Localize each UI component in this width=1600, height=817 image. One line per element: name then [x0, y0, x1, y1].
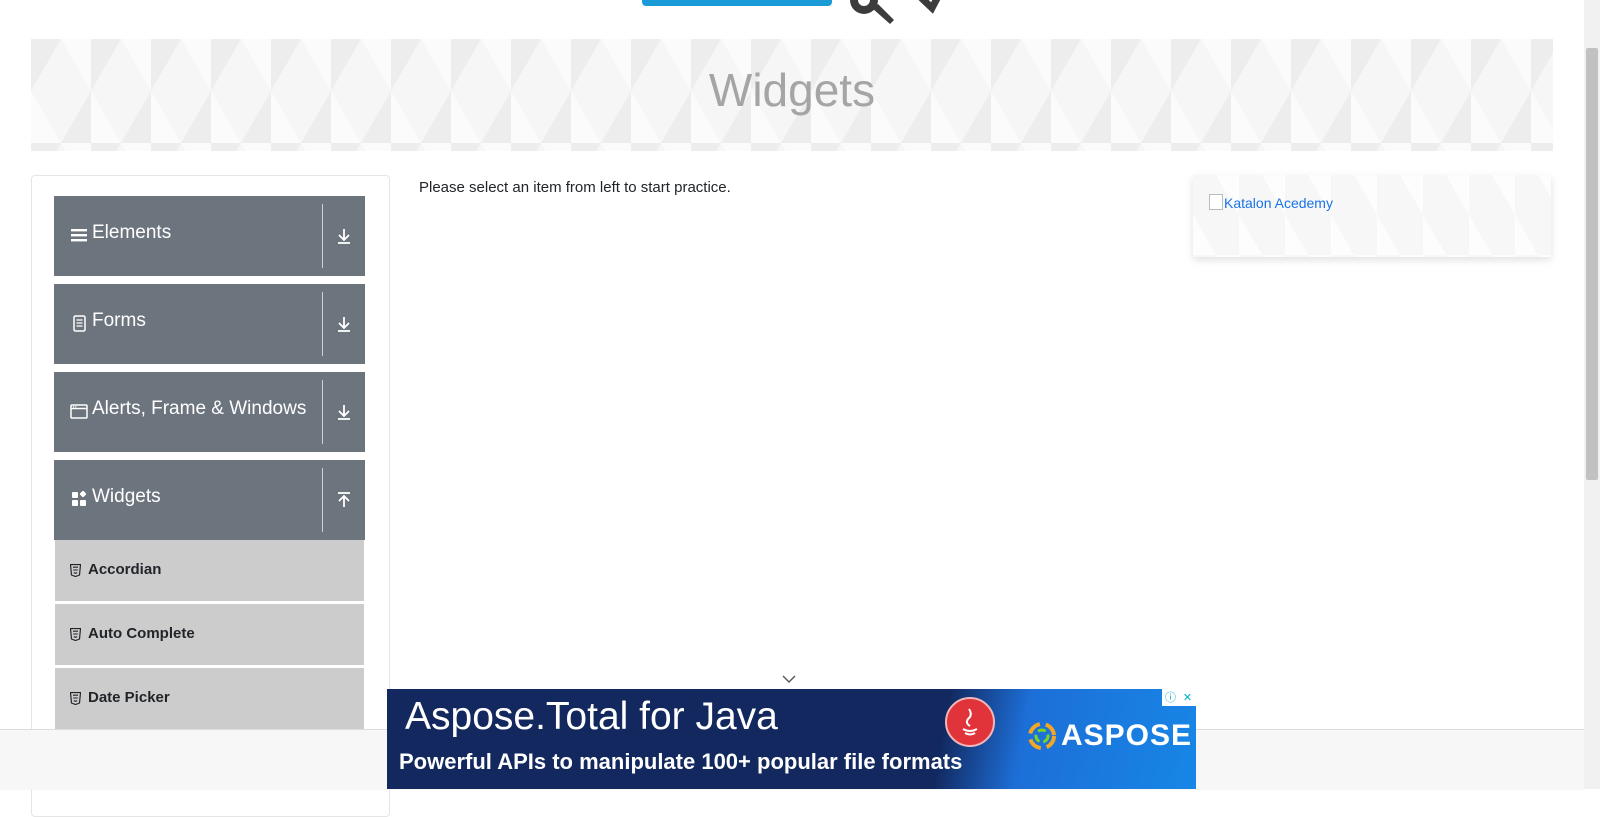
ad-controls: ⓘ ✕ [1162, 689, 1196, 706]
sidebar-group-alerts-frame-windows[interactable]: Alerts, Frame & Windows [54, 372, 365, 452]
broken-image-icon [1209, 194, 1223, 210]
chevron-down-icon[interactable] [782, 674, 796, 684]
katalon-ad-panel: Katalon Acedemy [1193, 175, 1551, 257]
document-icon [73, 315, 86, 332]
java-logo-icon [945, 697, 995, 747]
practice-instruction: Please select an item from left to start… [419, 179, 731, 196]
html5-icon [70, 628, 81, 641]
divider [322, 380, 323, 444]
ad-close-icon[interactable]: ✕ [1179, 689, 1196, 706]
sidebar-group-label: Elements [92, 222, 172, 243]
menu-item-label: Accordian [88, 561, 162, 578]
sidebar-group-widgets[interactable]: Widgets [54, 460, 365, 540]
menu-item-label: Auto Complete [88, 625, 195, 642]
ad-brand: ASPOSE [1061, 719, 1193, 752]
sidebar-group-label: Widgets [92, 486, 161, 507]
menu-item-label: Date Picker [88, 689, 170, 706]
sidebar-group-label: Forms [92, 310, 146, 331]
sidebar-group-label: Alerts, Frame & Windows [92, 398, 307, 419]
download-arrow-icon [338, 229, 350, 244]
download-arrow-icon [338, 405, 350, 420]
divider [322, 204, 323, 268]
download-arrow-icon [338, 317, 350, 332]
logo-tools-graphic [642, 0, 832, 6]
menu-item-auto-complete[interactable]: Auto Complete [55, 604, 364, 667]
aspose-logo-icon [1028, 722, 1056, 750]
window-icon [70, 404, 88, 419]
ad-title: Aspose.Total for Java [405, 695, 778, 738]
html5-icon [70, 692, 81, 705]
logo-gear-icon [850, 0, 941, 24]
sidebar-group-forms[interactable]: Forms [54, 284, 365, 364]
page-scrollbar[interactable] [1584, 0, 1600, 789]
upload-arrow-icon [338, 492, 350, 507]
menu-item-date-picker[interactable]: Date Picker [55, 668, 364, 731]
site-logo[interactable] [630, 0, 960, 30]
divider [322, 468, 323, 532]
aspose-ad-banner[interactable]: Aspose.Total for Java Powerful APIs to m… [387, 689, 1196, 789]
widgets-icon [72, 490, 87, 506]
page-title: Widgets [708, 64, 876, 116]
hamburger-icon [71, 229, 87, 242]
divider [322, 292, 323, 356]
menu-item-accordian[interactable]: Accordian [55, 540, 364, 603]
sidebar-group-elements[interactable]: Elements [54, 196, 365, 276]
html5-icon [70, 564, 81, 577]
katalon-ad-link[interactable]: Katalon Acedemy [1209, 194, 1333, 211]
katalon-ad-alt-text: Katalon Acedemy [1224, 195, 1333, 211]
ad-subtitle: Powerful APIs to manipulate 100+ popular… [399, 749, 963, 774]
page-header-banner: Widgets [31, 39, 1553, 151]
ad-info-icon[interactable]: ⓘ [1162, 689, 1179, 706]
scrollbar-thumb[interactable] [1586, 48, 1598, 480]
left-sidebar: Elements Forms Alerts, Frame & Windows W… [31, 175, 390, 817]
